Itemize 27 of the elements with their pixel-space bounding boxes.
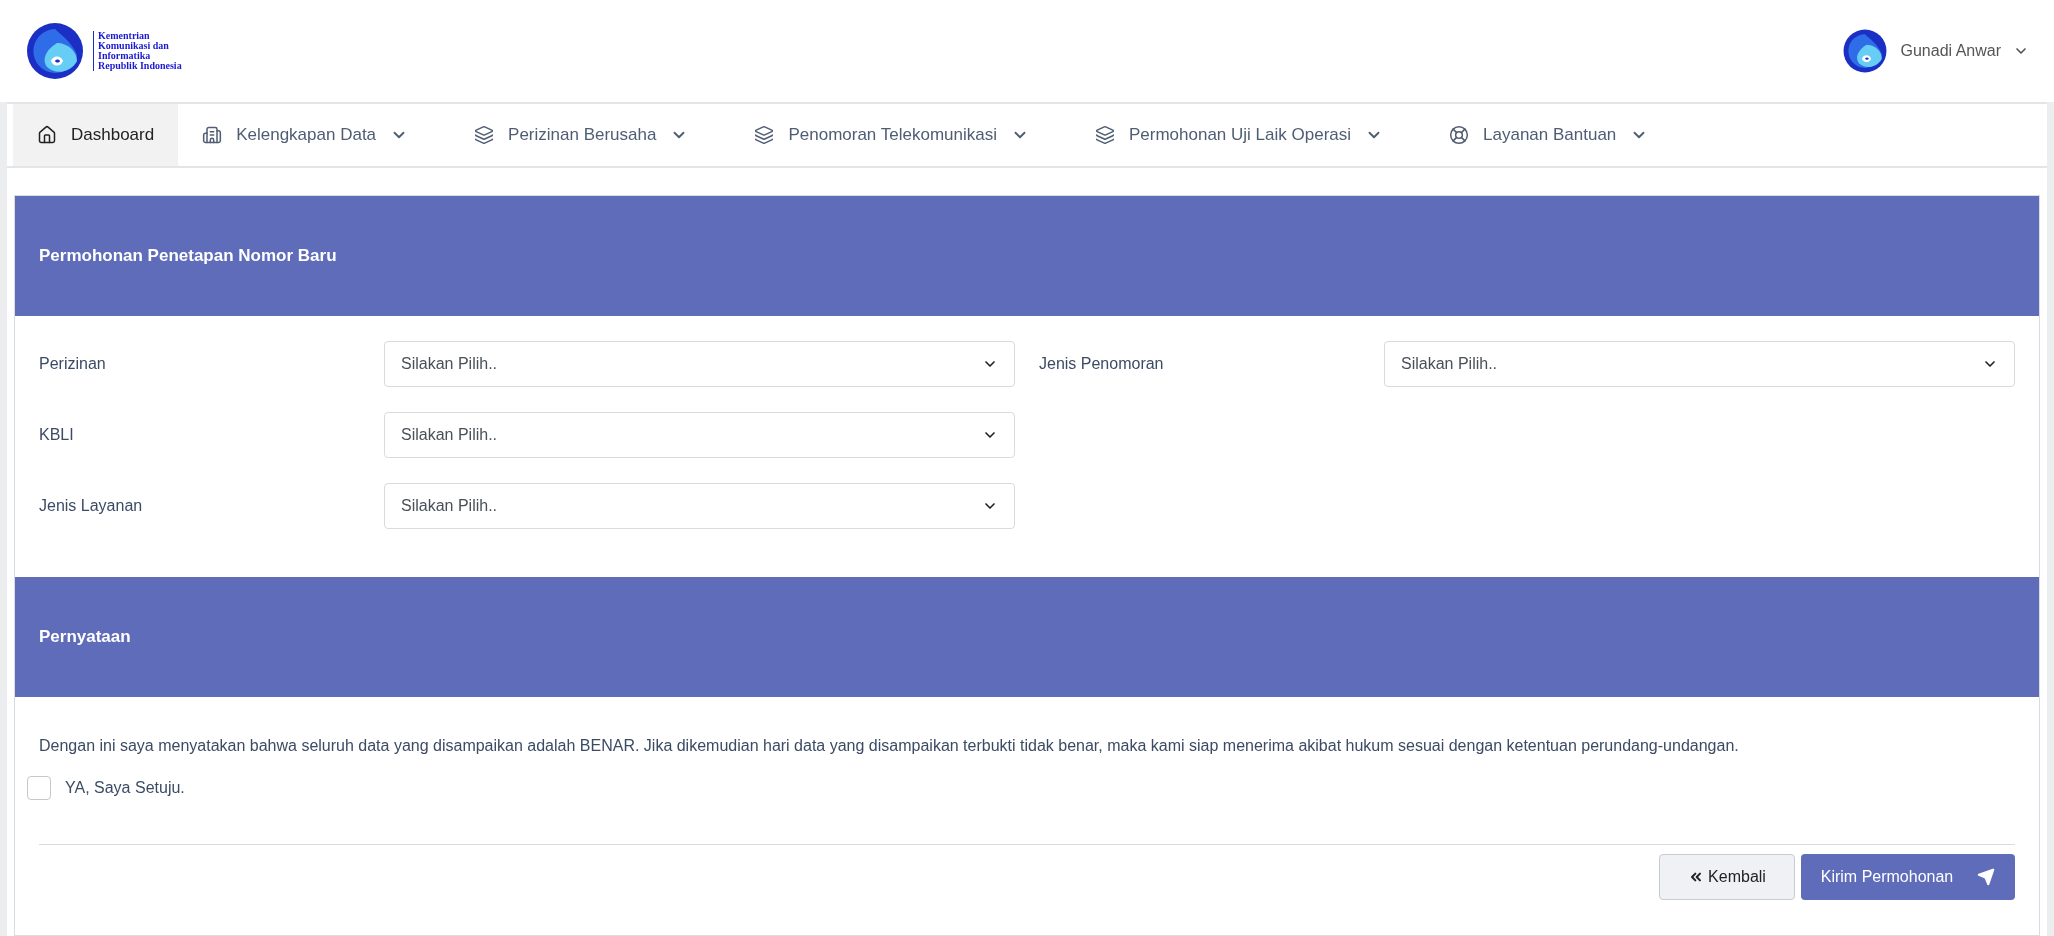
paper-plane-icon — [1977, 868, 1996, 886]
logo-text: Kementrian Komunikasi dan Informatika Republik Indonesia — [93, 31, 182, 71]
field-label: Perizinan — [39, 354, 107, 374]
layers-icon — [754, 125, 775, 145]
field-label: Jenis Penomoran — [1039, 354, 1165, 374]
agree-label: YA, Saya Setuju. — [65, 778, 185, 798]
agree-checkbox[interactable] — [27, 776, 51, 800]
lifebuoy-icon — [1449, 125, 1470, 145]
section-title: Pernyataan — [39, 626, 131, 649]
field-label: KBLI — [39, 425, 75, 445]
back-button[interactable]: Kembali — [1659, 854, 1795, 900]
section-title: Permohonan Penetapan Nomor Baru — [39, 245, 337, 268]
select-field[interactable]: Silakan Pilih.. — [384, 483, 1015, 529]
field-label: Jenis Layanan — [39, 496, 144, 516]
logo-icon — [25, 21, 85, 81]
select-field[interactable]: Silakan Pilih.. — [1384, 341, 2015, 387]
select-field[interactable]: Silakan Pilih.. — [384, 412, 1015, 458]
layers-icon — [1094, 125, 1115, 145]
avatar-icon — [1842, 28, 1889, 74]
building-icon — [202, 125, 223, 145]
nav-item[interactable]: Dashboard — [13, 104, 179, 166]
submit-button[interactable]: Kirim Permohonan — [1801, 854, 2015, 900]
select-field[interactable]: Silakan Pilih.. — [384, 341, 1015, 387]
user-menu[interactable]: Gunadi Anwar — [1842, 28, 2029, 74]
home-icon — [37, 125, 57, 145]
statement-text: Dengan ini saya menyatakan bahwa seluruh data yang disampaikan adalah BENAR. Jika dikemudian hari data yang disampaikan terbukti tidak benar, maka kami siap menerima akibat hukum sesuai dengan ketentuan perundang-undangan. — [39, 736, 1740, 756]
layers-icon — [474, 125, 495, 145]
